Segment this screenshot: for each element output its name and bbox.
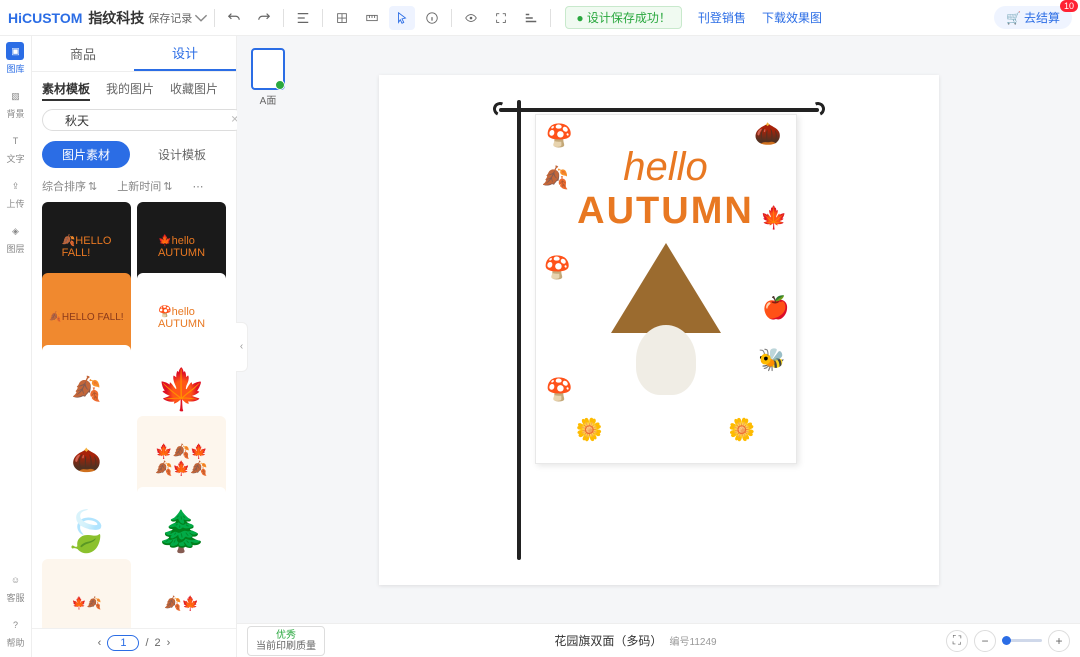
sort-newest[interactable]: 上新时间 ⇅ — [117, 178, 172, 194]
undo-button[interactable] — [221, 6, 247, 30]
subtab-my-images[interactable]: 我的图片 — [106, 80, 154, 101]
topbar: HiCUSTOM 指纹科技 保存记录 ● 设计保存成功！ 刊登销售 下载效果图 … — [0, 0, 1080, 36]
rail-text[interactable]: T文字 — [6, 132, 24, 165]
artboard[interactable]: 🍄 🌰 🍂 🍁 🍄 🍎 🍄 🐝 🌼 🌼 hell — [379, 75, 939, 585]
help-icon: ? — [6, 616, 24, 634]
image-icon: ▣ — [6, 42, 24, 60]
text-icon: T — [6, 132, 24, 150]
asset-thumb[interactable]: 🍂🍁 — [137, 559, 226, 628]
pager-total: 2 — [155, 637, 161, 649]
search-input[interactable] — [42, 109, 245, 131]
subtab-favorites[interactable]: 收藏图片 — [170, 80, 218, 101]
asset-grid: 🍂HELLOFALL! 🍁helloAUTUMN 🍂HELLO FALL! 🍄h… — [32, 198, 236, 628]
side-rail: ▣图库 ▧背景 T文字 ⇪上传 ◈图层 ☺客服 ?帮助 — [0, 36, 32, 657]
layers-button[interactable] — [518, 6, 544, 30]
align-button[interactable] — [290, 6, 316, 30]
zoom-out-button[interactable]: − — [974, 630, 996, 652]
info-button[interactable] — [419, 6, 445, 30]
product-name: 花园旗双面（多码） — [554, 634, 662, 648]
expand-icon — [494, 11, 508, 25]
grid-button[interactable] — [329, 6, 355, 30]
chevron-down-icon — [194, 11, 208, 25]
zoom-out-icon: − — [981, 634, 988, 648]
redo-icon — [257, 11, 271, 25]
align-icon — [296, 11, 310, 25]
undo-icon — [227, 11, 241, 25]
pager-current: 1 — [107, 635, 139, 651]
left-panel: 商品 设计 素材模板 我的图片 收藏图片 🔍 ✕ ⚙ 图片素材 设计模板 综合排… — [32, 36, 237, 657]
rail-layers[interactable]: ◈图层 — [6, 222, 24, 255]
flag-design[interactable]: 🍄 🌰 🍂 🍁 🍄 🍎 🍄 🐝 🌼 🌼 hell — [535, 114, 797, 464]
sort-comprehensive[interactable]: 综合排序 ⇅ — [42, 178, 97, 194]
fullscreen-button[interactable] — [488, 6, 514, 30]
save-record-dropdown[interactable]: 保存记录 — [148, 10, 208, 26]
product-code: 编号11249 — [670, 637, 717, 648]
zoom-in-icon: + — [1055, 634, 1062, 648]
publish-link[interactable]: 刊登销售 — [698, 9, 746, 26]
upload-icon: ⇪ — [6, 177, 24, 195]
grid-icon — [335, 11, 349, 25]
rail-gallery[interactable]: ▣图库 — [6, 42, 24, 75]
zoom-in-button[interactable]: + — [1048, 630, 1070, 652]
pager-next[interactable]: › — [167, 637, 171, 649]
preview-button[interactable] — [458, 6, 484, 30]
sort-more[interactable]: ⋯ — [192, 178, 203, 194]
gnome-illustration — [606, 243, 726, 403]
canvas-area: ‹ A面 🍄 🌰 🍂 🍁 🍄 — [237, 36, 1080, 657]
pill-design-templates[interactable]: 设计模板 — [138, 141, 226, 168]
asset-thumb[interactable]: 🍁🍂 — [42, 559, 131, 628]
ruler-button[interactable] — [359, 6, 385, 30]
pointer-icon — [395, 11, 409, 25]
pager: ‹ 1 / 2 › — [32, 628, 236, 657]
texture-icon: ▧ — [6, 87, 24, 105]
pill-image-assets[interactable]: 图片素材 — [42, 141, 130, 168]
headset-icon: ☺ — [6, 571, 24, 589]
redo-button[interactable] — [251, 6, 277, 30]
bottom-bar: 优秀 当前印刷质量 花园旗双面（多码） 编号11249 ⛶ − + — [237, 623, 1080, 657]
logo: HiCUSTOM 指纹科技 — [8, 8, 144, 28]
ruler-icon — [365, 11, 379, 25]
cart-badge: 10 — [1060, 0, 1078, 12]
save-success-banner: ● 设计保存成功！ — [565, 6, 682, 29]
rail-background[interactable]: ▧背景 — [6, 87, 24, 120]
page-thumb[interactable]: A面 — [249, 48, 287, 107]
zoom-slider[interactable] — [1002, 639, 1042, 642]
panel-tab-product[interactable]: 商品 — [32, 36, 134, 71]
bars-icon — [524, 11, 538, 25]
rail-support[interactable]: ☺客服 — [6, 571, 24, 604]
download-link[interactable]: 下载效果图 — [762, 9, 822, 26]
pointer-button[interactable] — [389, 6, 415, 30]
flag-text-autumn: AUTUMN — [577, 190, 754, 233]
fit-screen-button[interactable]: ⛶ — [946, 630, 968, 652]
info-icon — [425, 11, 439, 25]
flag-text-hello: hello — [577, 145, 754, 190]
rail-upload[interactable]: ⇪上传 — [6, 177, 24, 210]
rail-help[interactable]: ?帮助 — [6, 616, 24, 649]
print-quality-chip[interactable]: 优秀 当前印刷质量 — [247, 626, 325, 656]
fit-icon: ⛶ — [953, 633, 961, 648]
pager-prev[interactable]: ‹ — [98, 637, 102, 649]
layers-icon: ◈ — [6, 222, 24, 240]
cart-button[interactable]: 🛒 去结算10 — [994, 6, 1072, 29]
subtab-templates[interactable]: 素材模板 — [42, 80, 90, 101]
eye-icon — [464, 11, 478, 25]
panel-tab-design[interactable]: 设计 — [134, 36, 236, 71]
